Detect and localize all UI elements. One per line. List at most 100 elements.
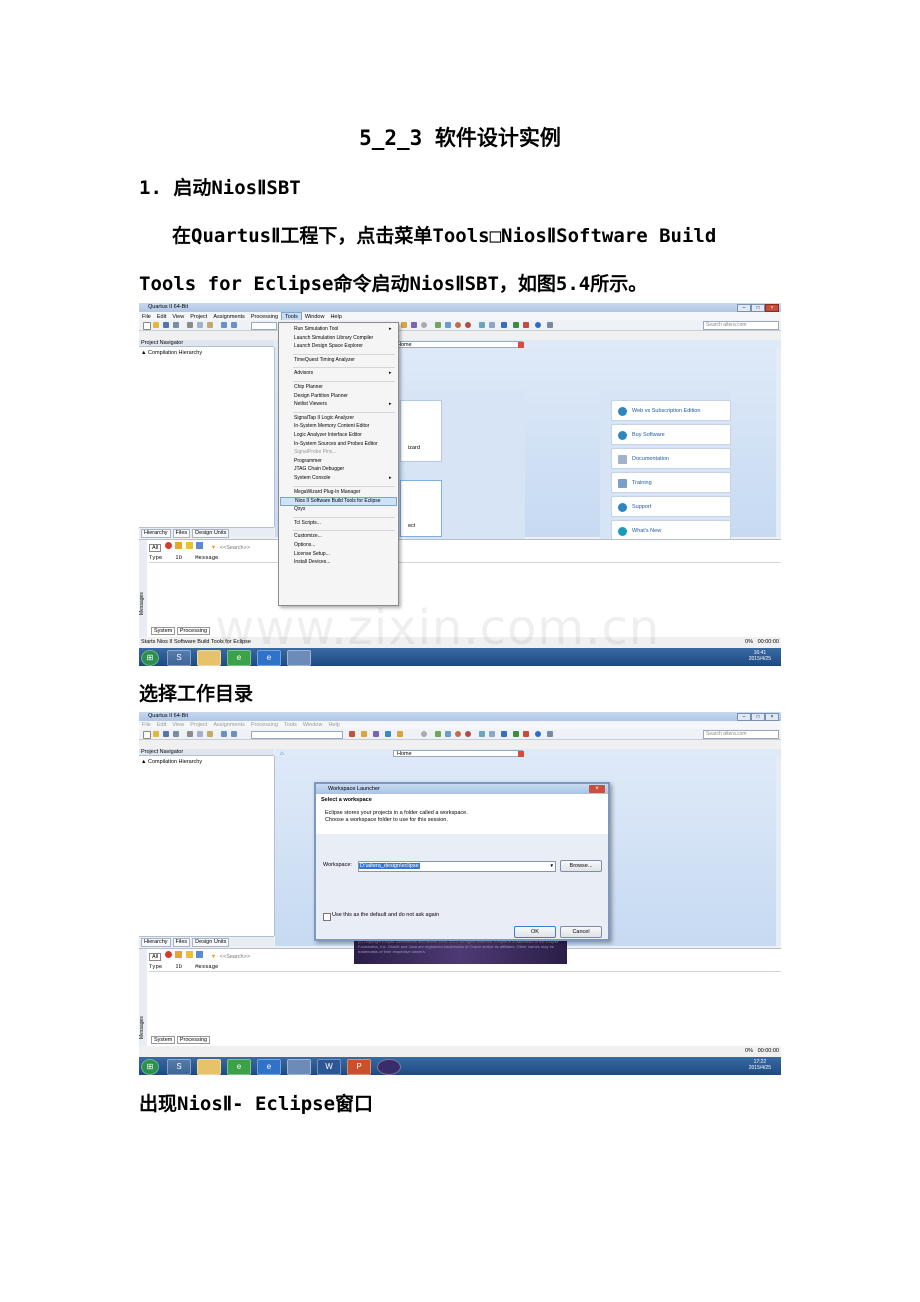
timing-icon[interactable] [455,322,461,328]
project-combo[interactable] [251,731,343,739]
close-tab-icon[interactable] [518,751,524,757]
tab-hierarchy[interactable]: Hierarchy [141,938,171,947]
start-button-icon[interactable]: ⊞ [141,650,159,666]
minimize-button[interactable]: – [737,304,751,312]
redo-icon[interactable] [231,322,237,328]
timing-icon[interactable] [455,731,461,737]
tile-training[interactable]: Training [611,472,731,493]
search-input[interactable]: Search altera.com [703,321,779,330]
rtl-icon[interactable] [489,322,495,328]
step-icon[interactable] [445,731,451,737]
undo-icon[interactable] [221,322,227,328]
tab-design-units[interactable]: Design Units [192,938,230,947]
report-icon[interactable] [465,322,471,328]
tools-menu-item[interactable]: Tcl Scripts... [294,520,321,527]
start-icon[interactable] [435,322,441,328]
tile-web-subscription[interactable]: Web vs Subscription Edition [611,400,731,421]
qsys-icon[interactable] [523,322,529,328]
search-input[interactable]: Search altera.com [703,730,779,739]
tools-menu-item[interactable]: Install Devices... [294,559,330,566]
eclipse-icon[interactable] [377,1059,401,1075]
help-icon[interactable] [535,322,541,328]
quartus-icon[interactable] [287,1059,311,1075]
info-icon[interactable] [547,731,553,737]
critical-warning-filter-icon[interactable] [175,542,183,549]
app-icon[interactable]: S [167,650,191,666]
start-button-icon[interactable]: ⊞ [141,1059,159,1075]
filter-all-button[interactable]: All [149,953,162,961]
analysis-icon[interactable] [411,322,417,328]
tools-menu-item[interactable]: TimeQuest Timing Analyzer [294,357,355,364]
tools-menu-item[interactable]: Options... [294,542,315,549]
tab-processing[interactable]: Processing [176,1036,211,1044]
tab-system[interactable]: System [151,627,176,635]
tools-menu-item[interactable]: System Console ▸ [294,475,392,482]
maximize-button[interactable]: □ [751,713,765,721]
tools-menu-item[interactable]: Qsys [294,506,305,513]
ie-icon[interactable]: e [257,1059,281,1075]
copy-icon[interactable] [197,322,203,328]
tab-hierarchy[interactable]: Hierarchy [141,529,171,538]
step-icon[interactable] [445,322,451,328]
save-icon[interactable] [163,322,169,328]
app-icon[interactable]: S [167,1059,191,1075]
default-checkbox[interactable] [323,913,331,921]
save-all-icon[interactable] [173,731,179,737]
undo-icon[interactable] [221,731,227,737]
tab-files[interactable]: Files [172,529,191,538]
tab-system[interactable]: System [151,1036,176,1044]
tab-processing[interactable]: Processing [176,627,211,635]
error-filter-icon[interactable] [164,951,172,958]
tools-menu-item[interactable]: Run Simulation Tool ▸ [294,326,392,333]
programmer-icon[interactable] [513,731,519,737]
info-filter-icon[interactable] [196,951,204,958]
tools-menu-item[interactable]: Design Partition Planner [294,393,348,400]
tile-support[interactable]: Support [611,496,731,517]
stop-icon[interactable] [421,322,427,328]
stop-icon[interactable] [421,731,427,737]
warning-filter-icon[interactable] [185,951,193,958]
info-filter-icon[interactable] [196,542,204,549]
tools-menu-item[interactable]: Logic Analyzer Interface Editor [294,432,362,439]
ok-button[interactable]: OK [514,926,556,938]
menu-help[interactable]: Help [325,721,342,729]
menu-file[interactable]: File [139,721,154,729]
maximize-button[interactable]: □ [751,304,765,312]
close-button[interactable]: × [765,304,779,312]
column-id[interactable]: ID [175,963,182,970]
cut-icon[interactable] [187,731,193,737]
tools-menu-item[interactable]: Launch Simulation Library Compiler [294,335,373,342]
filter-all-button[interactable]: All [149,544,162,552]
tools-menu-item[interactable]: Programmer [294,458,322,465]
menu-edit[interactable]: Edit [154,721,169,729]
tile-whats-new[interactable]: What's New [611,520,731,541]
error-filter-icon[interactable] [164,542,172,549]
minimize-button[interactable]: – [737,713,751,721]
programmer-icon[interactable] [513,322,519,328]
start-icon[interactable] [435,731,441,737]
column-message[interactable]: Message [195,963,218,970]
rtl-icon[interactable] [489,731,495,737]
compile-icon[interactable] [401,322,407,328]
column-type[interactable]: Type [149,554,162,561]
copy-icon[interactable] [197,731,203,737]
browse-button[interactable]: Browse... [560,860,602,872]
tools-menu-item[interactable]: Advisors ▸ [294,370,392,377]
save-all-icon[interactable] [173,322,179,328]
cut-icon[interactable] [187,322,193,328]
tools-menu-item[interactable]: MegaWizard Plug-In Manager [294,489,360,496]
menu-tools[interactable]: Tools [281,721,300,729]
word-icon[interactable]: W [317,1059,341,1075]
home-scrollbar[interactable] [776,348,781,537]
powerpoint-icon[interactable]: P [347,1059,371,1075]
new-icon[interactable] [143,731,151,739]
workspace-combo[interactable]: D:\altera_design\eclipse ▾ [358,861,556,872]
settings-icon[interactable] [349,731,355,737]
folder-icon[interactable] [197,1059,221,1075]
dialog-close-button[interactable]: × [589,785,605,793]
tools-menu-item[interactable]: License Setup... [294,551,330,558]
report-icon[interactable] [465,731,471,737]
tools-menu-item[interactable]: In-System Sources and Probes Editor [294,441,378,448]
paste-icon[interactable] [207,731,213,737]
critical-warning-filter-icon[interactable] [175,951,183,958]
